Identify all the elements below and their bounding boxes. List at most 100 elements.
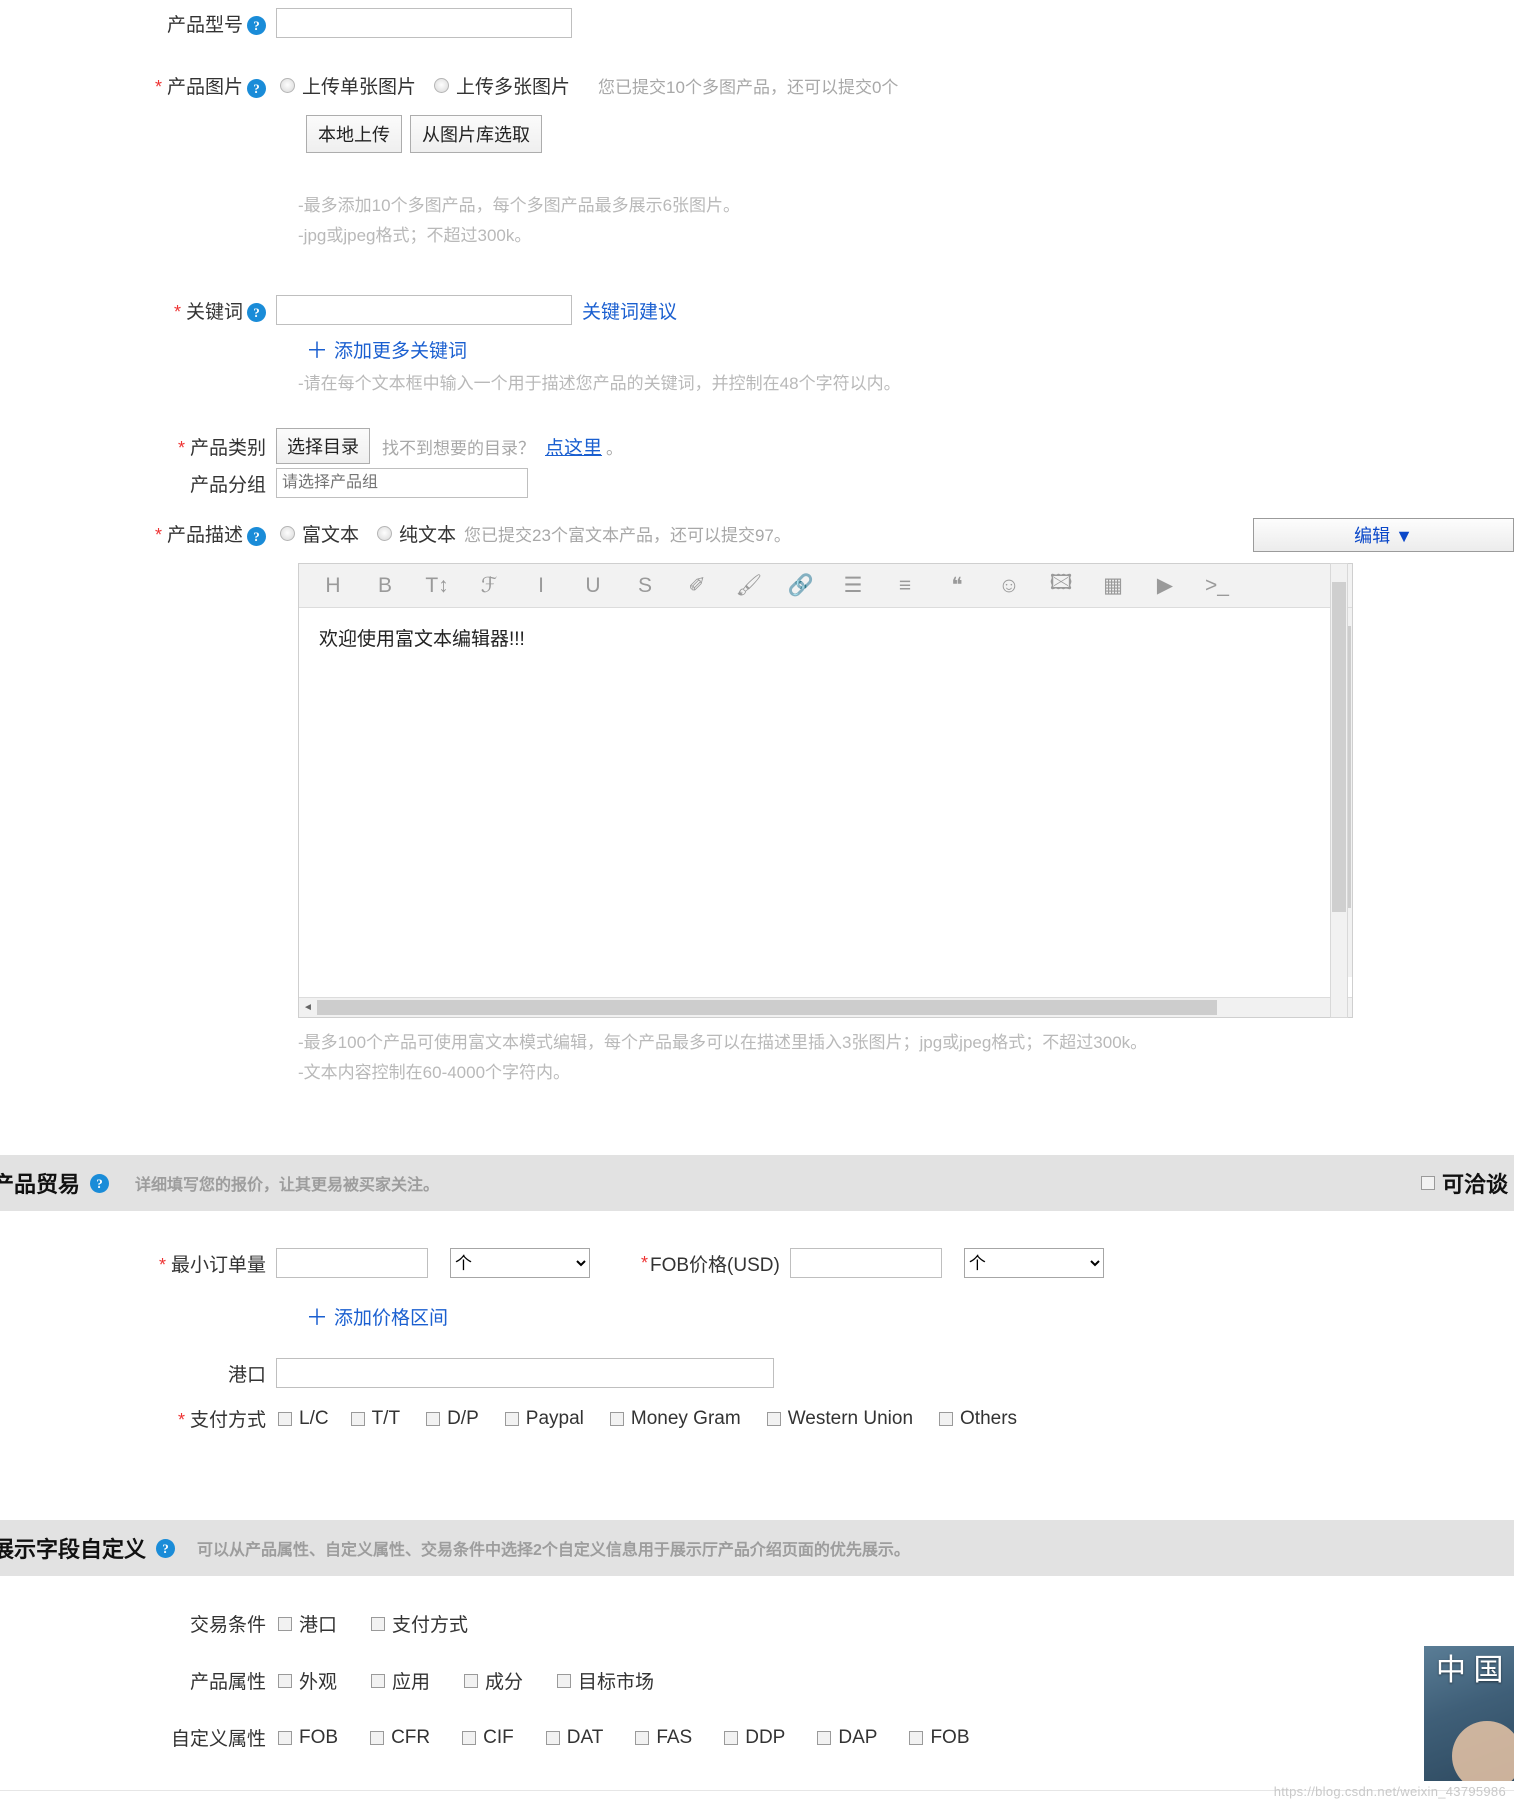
payment-option-western-union[interactable]: Western Union <box>766 1408 913 1430</box>
display-field-option[interactable]: 应用 <box>371 1667 430 1694</box>
keyword-suggestion-link[interactable]: 关键词建议 <box>582 297 677 324</box>
payment-checkbox[interactable] <box>278 1411 292 1426</box>
display-field-checkbox[interactable] <box>278 1616 292 1631</box>
display-field-option[interactable]: 支付方式 <box>371 1610 468 1637</box>
payment-option-t-t[interactable]: T/T <box>350 1408 400 1430</box>
payment-option-d-p[interactable]: D/P <box>426 1408 479 1430</box>
product-model-input[interactable] <box>276 8 572 38</box>
payment-checkbox[interactable] <box>939 1411 954 1426</box>
display-field-checkbox[interactable] <box>462 1730 477 1745</box>
display-field-option[interactable]: FAS <box>635 1727 692 1749</box>
bullet-list-icon[interactable]: ☰ <box>827 565 879 607</box>
font-size-icon[interactable]: T↕ <box>411 565 463 607</box>
display-field-checkbox[interactable] <box>370 1730 385 1745</box>
eraser-icon[interactable]: ✐ <box>671 565 723 607</box>
select-catalog-button[interactable]: 选择目录 <box>276 428 370 464</box>
pick-from-library-button[interactable]: 从图片库选取 <box>410 115 542 153</box>
display-field-checkbox[interactable] <box>724 1730 739 1745</box>
help-icon[interactable]: ? <box>247 78 266 98</box>
payment-option-l-c[interactable]: L/C <box>278 1408 329 1430</box>
display-field-option[interactable]: FOB <box>909 1727 970 1749</box>
display-field-option-label: 港口 <box>299 1615 338 1636</box>
display-field-checkbox[interactable] <box>278 1730 292 1745</box>
display-field-checkbox[interactable] <box>635 1730 650 1745</box>
image-icon[interactable]: 🖾 <box>1035 565 1087 607</box>
display-field-option[interactable]: DDP <box>724 1727 785 1749</box>
help-icon[interactable]: ? <box>156 1538 176 1558</box>
payment-option-paypal[interactable]: Paypal <box>504 1408 584 1430</box>
radio-plain-text[interactable] <box>377 526 393 541</box>
moq-input[interactable] <box>276 1248 428 1278</box>
fob-unit-select[interactable]: 个 <box>963 1248 1104 1278</box>
display-field-row: 交易条件 港口 支付方式 <box>0 1610 1514 1637</box>
video-icon[interactable]: ▶ <box>1139 565 1191 607</box>
display-field-option[interactable]: 目标市场 <box>557 1667 654 1694</box>
heading-icon[interactable]: H <box>307 565 359 607</box>
table-icon[interactable]: ▦ <box>1087 565 1139 607</box>
moq-unit-select[interactable]: 个 <box>450 1248 590 1278</box>
add-price-range-plus-icon[interactable]: ＋ <box>306 1300 328 1332</box>
display-field-checkbox[interactable] <box>278 1673 292 1688</box>
italic-icon[interactable]: I <box>515 565 567 607</box>
payment-checkbox[interactable] <box>504 1411 519 1426</box>
help-icon[interactable]: ? <box>247 303 266 323</box>
payment-checkbox[interactable] <box>609 1411 624 1426</box>
display-field-checkbox[interactable] <box>371 1673 386 1688</box>
keywords-input[interactable] <box>276 295 572 325</box>
add-price-range-link[interactable]: 添加价格区间 <box>334 1303 448 1330</box>
product-group-input[interactable] <box>276 468 528 498</box>
display-field-option[interactable]: 外观 <box>278 1667 337 1694</box>
fob-input[interactable] <box>789 1248 942 1278</box>
display-field-checkbox[interactable] <box>371 1616 386 1631</box>
local-upload-button[interactable]: 本地上传 <box>306 115 402 153</box>
display-field-option[interactable]: CFR <box>370 1727 430 1749</box>
editor-horizontal-scrollbar[interactable]: ◄ ► <box>299 997 1352 1017</box>
payment-required: * <box>177 1410 185 1430</box>
edit-dropdown-button[interactable]: 编辑 ▼ <box>1253 518 1514 552</box>
page-scroll-thumb[interactable] <box>1332 582 1346 912</box>
display-field-option[interactable]: DAP <box>817 1727 877 1749</box>
display-field-option[interactable]: 港口 <box>278 1610 337 1637</box>
display-field-checkbox[interactable] <box>557 1673 572 1688</box>
click-here-link[interactable]: 点这里 <box>545 433 602 460</box>
add-more-keywords-link[interactable]: 添加更多关键词 <box>334 336 467 363</box>
payment-checkbox[interactable] <box>766 1411 781 1426</box>
display-field-option[interactable]: FOB <box>278 1727 338 1749</box>
payment-checkbox[interactable] <box>426 1411 441 1426</box>
payment-checkbox[interactable] <box>350 1411 365 1426</box>
align-left-icon[interactable]: ≡ <box>879 565 931 607</box>
radio-upload-single[interactable] <box>280 78 295 93</box>
radio-rich-text[interactable] <box>280 526 295 541</box>
display-field-option[interactable]: DAT <box>545 1727 603 1749</box>
underline-icon[interactable]: U <box>567 565 619 607</box>
brush-icon[interactable]: 🖌 <box>723 565 775 607</box>
display-field-row-label: 自定义属性 <box>170 1729 266 1750</box>
radio-upload-multi[interactable] <box>434 78 450 93</box>
add-more-keywords-plus-icon[interactable]: ＋ <box>306 333 328 365</box>
scroll-left-icon[interactable]: ◄ <box>299 998 317 1018</box>
link-icon[interactable]: 🔗 <box>775 565 827 607</box>
display-field-checkbox[interactable] <box>464 1673 479 1688</box>
display-field-checkbox[interactable] <box>545 1730 560 1745</box>
negotiable-checkbox[interactable] <box>1420 1176 1435 1190</box>
description-quota-note: 您已提交23个富文本产品，还可以提交97。 <box>464 526 791 545</box>
page-scrollbar[interactable] <box>1330 563 1348 1018</box>
emoji-icon[interactable]: ☺ <box>983 565 1035 607</box>
display-field-option[interactable]: 成分 <box>464 1667 523 1694</box>
payment-option-money-gram[interactable]: Money Gram <box>609 1408 741 1430</box>
editor-body[interactable]: 欢迎使用富文本编辑器!!! ▲ ▼ <box>299 608 1352 977</box>
display-field-checkbox[interactable] <box>909 1730 924 1745</box>
help-icon[interactable]: ? <box>90 1173 110 1193</box>
quote-icon[interactable]: ❝ <box>931 565 983 607</box>
display-field-checkbox[interactable] <box>817 1730 832 1745</box>
strikethrough-icon[interactable]: S <box>619 565 671 607</box>
help-icon[interactable]: ? <box>247 526 266 546</box>
horizontal-scroll-thumb[interactable] <box>317 1000 1217 1015</box>
font-family-icon[interactable]: ℱ <box>463 565 515 607</box>
bold-icon[interactable]: B <box>359 565 411 607</box>
payment-option-others[interactable]: Others <box>939 1408 1017 1430</box>
port-input[interactable] <box>276 1358 774 1388</box>
display-field-option[interactable]: CIF <box>462 1727 514 1749</box>
help-icon[interactable]: ? <box>247 16 266 36</box>
code-icon[interactable]: >_ <box>1191 565 1243 607</box>
